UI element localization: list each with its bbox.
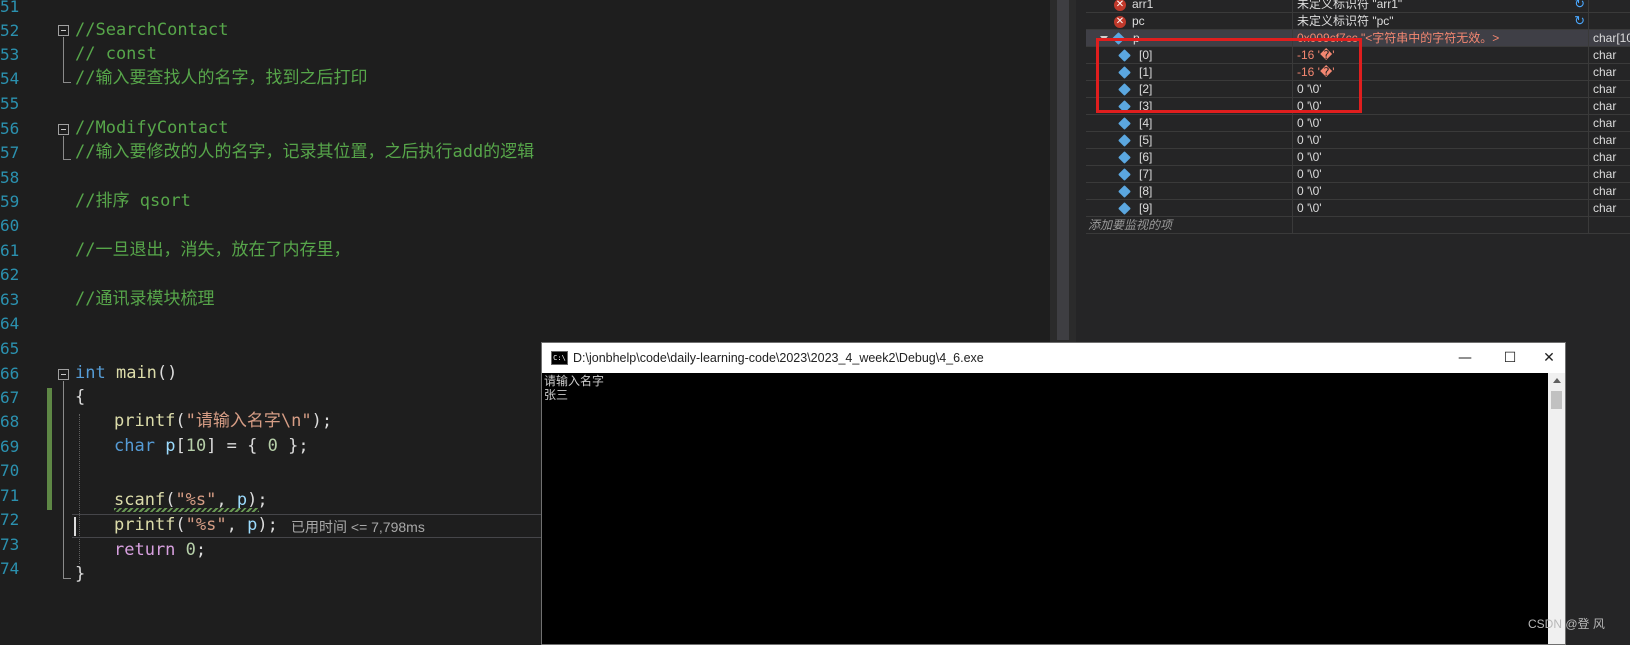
line-number: 69 [0,437,20,456]
console-scrollbar[interactable] [1548,373,1565,644]
add-watch-placeholder[interactable]: 添加要监视的项 [1086,217,1293,233]
line-number: 60 [0,216,20,235]
code-line-63[interactable]: //通讯录模块梳理 [75,288,214,310]
watch-row[interactable]: ✕ arr1 未定义标识符 "arr1" ↻ [1086,0,1630,13]
minimize-button[interactable]: — [1443,343,1487,373]
maximize-button[interactable]: ☐ [1488,343,1532,373]
variable-icon [1118,202,1131,216]
console-window[interactable]: C:\ D:\jonbhelp\code\daily-learning-code… [541,342,1566,645]
watch-row[interactable]: [6] 0 '\0' char [1086,149,1630,166]
variable-icon [1118,185,1131,199]
text-caret [74,517,76,536]
line-number: 55 [0,94,20,113]
line-number: 53 [0,45,20,64]
console-line: 请输入名字 [544,374,605,388]
change-indicator [47,388,52,510]
watch-row[interactable]: [5] 0 '\0' char [1086,132,1630,149]
line-number: 62 [0,265,20,284]
fold-guide-end [63,159,71,160]
variable-icon [1118,151,1131,165]
fold-toggle-icon[interactable] [58,124,69,135]
code-line-69[interactable]: char p[10] = { 0 }; [114,435,309,457]
line-number: 73 [0,535,20,554]
keyword: int [75,363,106,383]
line-number: 71 [0,486,20,505]
line-number: 68 [0,412,20,431]
fold-guide-end [63,578,71,579]
line-number: 57 [0,143,20,162]
watch-row[interactable]: [4] 0 '\0' char [1086,115,1630,132]
console-title: D:\jonbhelp\code\daily-learning-code\202… [573,351,984,365]
line-number: 64 [0,314,20,333]
scroll-up-icon[interactable] [1553,378,1561,383]
variable-icon [1118,168,1131,182]
error-icon: ✕ [1114,0,1126,11]
line-number: 52 [0,21,20,40]
fold-toggle-icon[interactable] [58,369,69,380]
line-number: 67 [0,388,20,407]
close-button[interactable]: ✕ [1533,343,1565,373]
code-line-73[interactable]: return 0; [114,539,206,561]
fold-guide [63,136,64,159]
code-line-52[interactable]: //SearchContact [75,19,229,41]
code-line-72[interactable]: printf("%s", p); [114,514,278,536]
code-line-54[interactable]: //输入要查找人的名字，找到之后打印 [75,67,367,89]
code-line-53[interactable]: // const [75,43,157,65]
scrollbar-thumb[interactable] [1551,391,1562,409]
console-line: 张三 [544,388,569,402]
code-line-56[interactable]: //ModifyContact [75,117,229,139]
line-number: 66 [0,364,20,383]
line-number: 59 [0,192,20,211]
line-number: 51 [0,0,20,16]
code-line-67[interactable]: { [75,386,85,408]
line-number: 54 [0,69,20,88]
code-line-59[interactable]: //排序 qsort [75,190,191,212]
watermark: CSDN @登 风 [1528,617,1605,631]
code-line-57[interactable]: //输入要修改的人的名字，记录其位置，之后执行add的逻辑 [75,141,534,163]
refresh-icon[interactable]: ↻ [1574,13,1585,29]
line-number: 63 [0,290,20,309]
line-number: 72 [0,510,20,529]
fold-guide-end [63,82,71,83]
refresh-icon[interactable]: ↻ [1574,0,1585,12]
highlight-annotation-box [1096,38,1362,113]
warning-squiggle [114,508,259,512]
line-number: 65 [0,339,20,358]
watch-row[interactable]: ✕ pc 未定义标识符 "pc" ↻ [1086,13,1630,30]
console-app-icon: C:\ [551,351,568,365]
watch-row[interactable]: [9] 0 '\0' char [1086,200,1630,217]
variable-icon [1118,117,1131,131]
code-line-68[interactable]: printf("请输入名字\n"); [114,410,332,432]
fold-guide [63,37,64,82]
code-line-74[interactable]: } [75,563,85,585]
variable-icon [1118,134,1131,148]
console-titlebar[interactable]: C:\ D:\jonbhelp\code\daily-learning-code… [542,343,1565,373]
line-number: 56 [0,119,20,138]
perf-tip[interactable]: 已用时间 <= 7,798ms [291,517,425,537]
line-number: 61 [0,241,20,260]
fold-toggle-icon[interactable] [58,25,69,36]
watch-add-item-row[interactable]: 添加要监视的项 [1086,217,1630,234]
line-number: 74 [0,559,20,578]
code-line-66[interactable]: int main() [75,362,177,384]
error-icon: ✕ [1114,15,1126,28]
function-name: main [115,363,157,383]
code-line-61[interactable]: //一旦退出，消失，放在了内存里， [75,239,350,261]
indent-guide [79,414,80,564]
console-output[interactable]: 请输入名字 张三 [544,374,604,402]
line-number: 58 [0,168,20,187]
line-number: 70 [0,461,20,480]
watch-row[interactable]: [8] 0 '\0' char [1086,183,1630,200]
watch-row[interactable]: [7] 0 '\0' char [1086,166,1630,183]
fold-guide [63,381,64,578]
scrollbar-thumb[interactable] [1057,0,1069,340]
